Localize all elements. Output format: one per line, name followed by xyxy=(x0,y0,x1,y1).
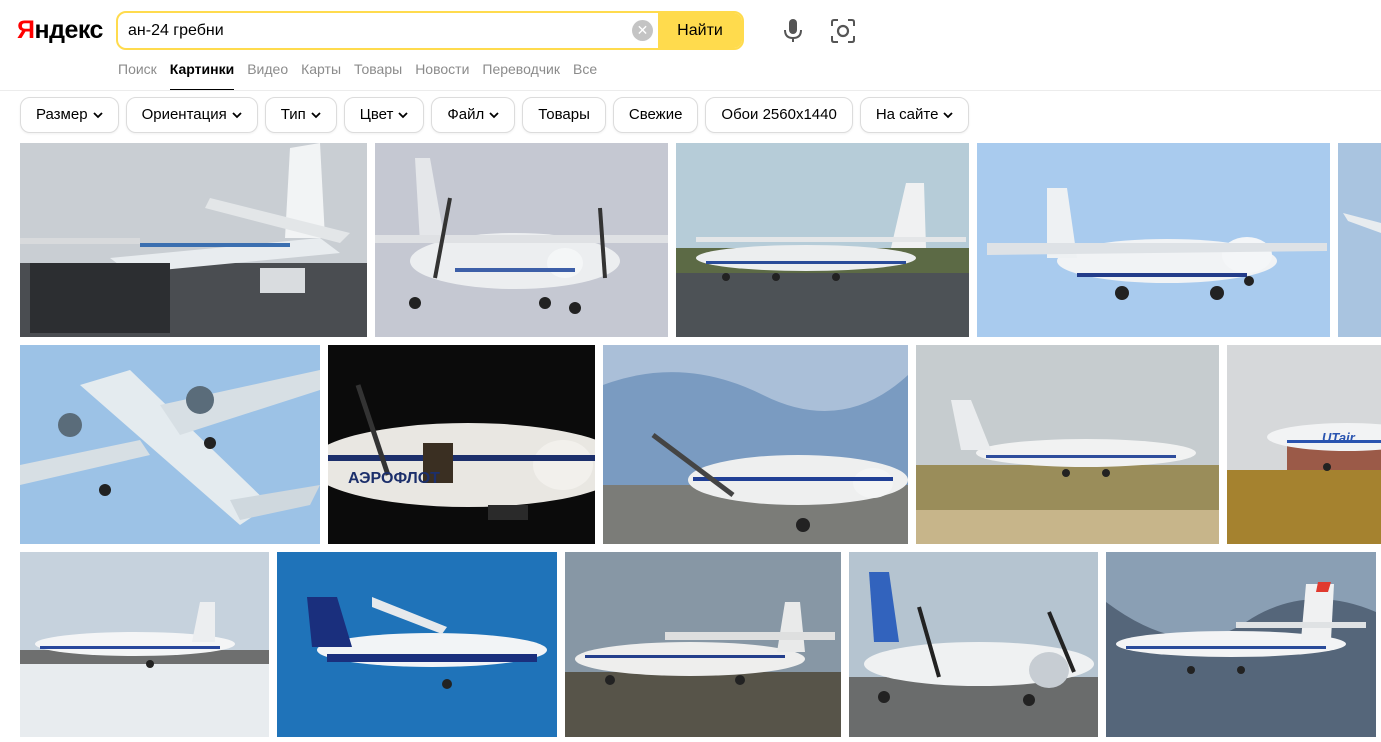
filter-label: Ориентация xyxy=(141,106,227,123)
logo-rest: ндекс xyxy=(34,16,103,44)
filter-products[interactable]: Товары xyxy=(522,97,606,133)
services-nav: Поиск Картинки Видео Карты Товары Новост… xyxy=(118,61,610,91)
filter-type[interactable]: Тип xyxy=(264,97,337,133)
filter-label: Цвет xyxy=(359,106,394,123)
image-thumbnail[interactable] xyxy=(603,345,908,544)
chevron-down-icon xyxy=(232,111,242,118)
filter-on-site[interactable]: На сайте xyxy=(859,97,970,133)
image-thumbnail[interactable] xyxy=(676,143,969,337)
filter-label: Файл xyxy=(447,106,485,123)
service-translator[interactable]: Переводчик xyxy=(482,61,560,89)
filter-label: Размер xyxy=(36,106,88,123)
service-maps[interactable]: Карты xyxy=(301,61,341,89)
filter-label: Товары xyxy=(538,106,590,123)
image-thumbnail[interactable] xyxy=(20,143,367,337)
service-video[interactable]: Видео xyxy=(247,61,288,89)
filter-label: Свежие xyxy=(628,106,683,123)
image-thumbnail[interactable] xyxy=(277,552,557,737)
search-input[interactable] xyxy=(128,13,628,48)
filter-color[interactable]: Цвет xyxy=(343,97,425,133)
camera-lens-icon[interactable] xyxy=(830,18,856,44)
header-divider xyxy=(0,90,1381,91)
service-news[interactable]: Новости xyxy=(415,61,469,89)
image-thumbnail[interactable] xyxy=(565,552,841,737)
image-thumbnail[interactable] xyxy=(977,143,1330,337)
yandex-logo[interactable]: Яндекс xyxy=(17,16,103,45)
close-icon[interactable]: ✕ xyxy=(632,20,653,41)
image-thumbnail[interactable]: UTair xyxy=(1227,345,1381,544)
thumb-text-utair: UTair xyxy=(1322,430,1356,445)
filter-label: Тип xyxy=(280,106,306,123)
filter-size[interactable]: Размер xyxy=(20,97,119,133)
filter-file[interactable]: Файл xyxy=(431,97,516,133)
thumb-text-aeroflot: АЭРОФЛОТ xyxy=(348,470,440,487)
filter-orientation[interactable]: Ориентация xyxy=(125,97,258,133)
search-button[interactable]: Найти xyxy=(658,13,742,48)
filter-bar: Размер Ориентация Тип Цвет Файл Товары С… xyxy=(20,97,970,133)
service-all[interactable]: Все xyxy=(573,61,597,89)
chevron-down-icon xyxy=(943,111,954,118)
chevron-down-icon xyxy=(92,111,103,118)
image-thumbnail[interactable] xyxy=(849,552,1098,737)
chevron-down-icon xyxy=(398,111,408,118)
search-box: ✕ Найти xyxy=(116,11,744,50)
filter-label: На сайте xyxy=(875,106,939,123)
image-thumbnail[interactable]: АЭРОФЛОТ xyxy=(328,345,595,544)
microphone-icon[interactable] xyxy=(782,18,804,44)
filter-wallpaper[interactable]: Обои 2560x1440 xyxy=(705,97,853,133)
image-thumbnail[interactable] xyxy=(20,345,320,544)
service-images[interactable]: Картинки xyxy=(169,61,235,91)
service-products[interactable]: Товары xyxy=(354,61,402,89)
image-thumbnail[interactable] xyxy=(375,143,668,337)
chevron-down-icon xyxy=(311,111,321,118)
service-search[interactable]: Поиск xyxy=(118,61,157,89)
filter-label: Обои 2560x1440 xyxy=(721,106,837,123)
image-thumbnail[interactable] xyxy=(1106,552,1376,737)
filter-fresh[interactable]: Свежие xyxy=(612,97,699,133)
logo-first-letter: Я xyxy=(17,16,35,44)
image-thumbnail[interactable] xyxy=(20,552,269,737)
chevron-down-icon xyxy=(489,111,499,118)
image-thumbnail[interactable] xyxy=(1338,143,1381,337)
image-thumbnail[interactable] xyxy=(916,345,1219,544)
